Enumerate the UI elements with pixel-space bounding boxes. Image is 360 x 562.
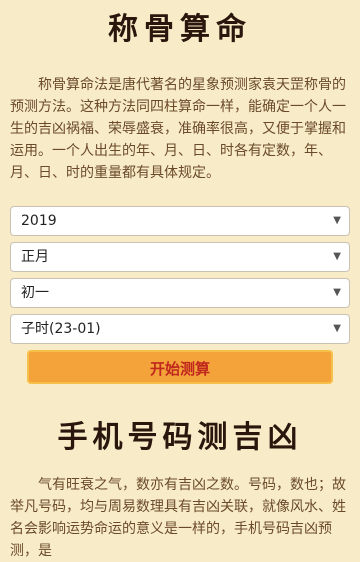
month-select[interactable]: 正月 ▼ [10, 242, 350, 272]
birth-form: 2019 ▼ 正月 ▼ 初一 ▼ 子时(23-01) ▼ 开始测算 [0, 206, 360, 384]
chevron-down-icon: ▼ [333, 251, 341, 262]
month-value: 正月 [21, 249, 49, 265]
year-value: 2019 [21, 213, 57, 229]
chevron-down-icon: ▼ [333, 215, 341, 226]
start-calc-button[interactable]: 开始测算 [27, 350, 333, 384]
page-title: 称骨算命 [108, 12, 252, 47]
hour-value: 子时(23-01) [21, 321, 101, 337]
hour-select[interactable]: 子时(23-01) ▼ [10, 314, 350, 344]
bone-weight-intro: 称骨算命法是唐代著名的星象预测家袁天罡称骨的预测方法。这种方法同四柱算命一样，能… [10, 77, 346, 181]
day-select[interactable]: 初一 ▼ [10, 278, 350, 308]
chevron-down-icon: ▼ [333, 323, 341, 334]
phone-section-title: 手机号码测吉凶 [57, 420, 303, 455]
chevron-down-icon: ▼ [333, 287, 341, 298]
day-value: 初一 [21, 285, 49, 301]
phone-intro: 气有旺衰之气，数亦有吉凶之数。号码，数也；故举凡号码，均与周易数理具有吉凶关联，… [10, 477, 346, 559]
year-select[interactable]: 2019 ▼ [10, 206, 350, 236]
